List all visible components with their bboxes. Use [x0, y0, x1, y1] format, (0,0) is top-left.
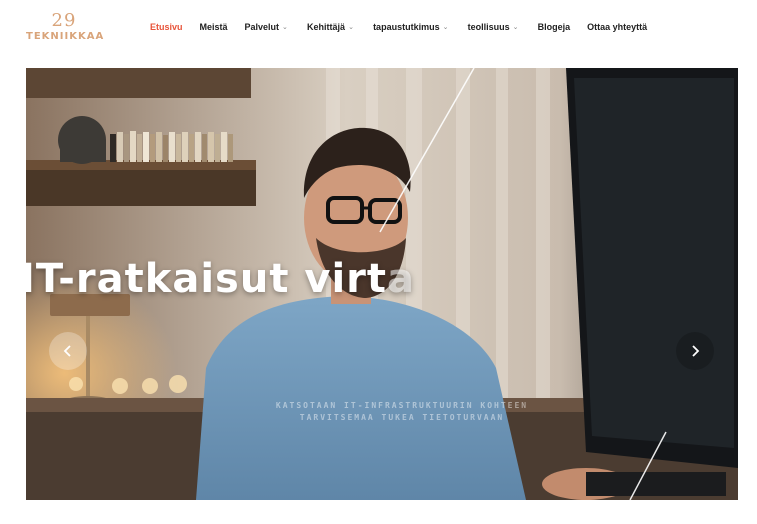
- nav-item-label: teollisuus: [467, 22, 510, 32]
- nav-item-label: Meistä: [199, 22, 228, 32]
- hero-subtitle: KATSOTAAN IT-INFRASTRUKTUURIN KOHTEEN TA…: [232, 400, 572, 424]
- nav-item-label: Etusivu: [150, 22, 183, 32]
- hero-title-fading: a: [387, 256, 415, 302]
- nav-item-tapaustutkimus[interactable]: tapaustutkimus ⌄: [373, 22, 451, 32]
- logo-wordmark: TEKNIIKKAA: [26, 31, 105, 42]
- nav-item-etusivu[interactable]: Etusivu: [150, 22, 183, 32]
- slider-next-button[interactable]: [676, 332, 714, 370]
- hero-subtitle-line: KATSOTAAN IT-INFRASTRUKTUURIN KOHTEEN: [275, 401, 529, 410]
- hero-title: IT-ratkaisut virta: [26, 256, 415, 302]
- nav-item-label: tapaustutkimus: [373, 22, 440, 32]
- nav-item-label: Blogeja: [537, 22, 571, 32]
- nav-item-label: Kehittäjä: [307, 22, 346, 32]
- hero-subtitle-line: TARVITSEMAA TUKEA TIETOTURVAAN: [299, 413, 505, 422]
- nav-item-ottaa-yhteytta[interactable]: Ottaa yhteyttä: [587, 22, 647, 32]
- nav-item-label: Palvelut: [244, 22, 280, 32]
- nav-item-label: Ottaa yhteyttä: [587, 22, 648, 32]
- site-logo[interactable]: 29 TEKNIIKKAA: [26, 10, 105, 48]
- slider-prev-button[interactable]: [49, 332, 87, 370]
- chevron-down-icon: ⌄: [282, 24, 288, 31]
- chevron-left-icon: [63, 345, 71, 357]
- nav-item-palvelut[interactable]: Palvelut ⌄: [245, 22, 291, 32]
- chevron-down-icon: ⌄: [348, 24, 354, 31]
- logo-number: 29: [51, 10, 77, 31]
- hero-title-main: IT-ratkaisut virt: [26, 256, 387, 302]
- nav-item-teollisuus[interactable]: teollisuus ⌄: [468, 22, 521, 32]
- nav-item-kehittaja[interactable]: Kehittäjä ⌄: [307, 22, 356, 32]
- hero-slider: IT-ratkaisut virta KATSOTAAN IT-INFRASTR…: [26, 68, 738, 500]
- chevron-down-icon: ⌄: [512, 24, 519, 31]
- chevron-right-icon: [692, 345, 700, 357]
- site-header: 29 TEKNIIKKAA Etusivu Meistä Palvelut ⌄ …: [0, 0, 757, 62]
- chevron-down-icon: ⌄: [442, 24, 449, 31]
- main-navigation: Etusivu Meistä Palvelut ⌄ Kehittäjä ⌄ ta…: [150, 22, 664, 32]
- nav-item-blogeja[interactable]: Blogeja: [538, 22, 571, 32]
- nav-item-meista[interactable]: Meistä: [200, 22, 228, 32]
